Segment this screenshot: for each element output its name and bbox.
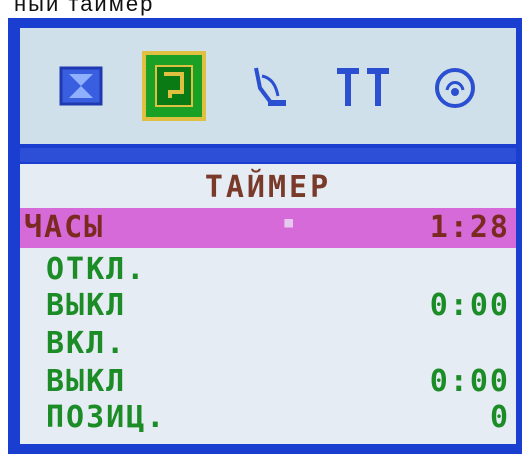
row-label: ВКЛ.: [46, 326, 127, 361]
row-label: ЧАСЫ: [24, 210, 105, 245]
icon-bar: [20, 28, 516, 144]
menu-row-vykl-2[interactable]: ВЫКЛ 0:00: [20, 362, 516, 402]
row-label: ВЫКЛ: [46, 364, 127, 399]
menu-row-vykl-1[interactable]: ВЫКЛ 0:00: [20, 286, 516, 326]
icon-tools-cell[interactable]: [330, 51, 394, 121]
picture-icon: [59, 66, 103, 106]
separator-strip: [20, 148, 516, 162]
tools-icon: [336, 68, 389, 106]
icon-antenna-cell[interactable]: [236, 51, 300, 121]
menu-row-position[interactable]: ПОЗИЦ. 0: [20, 398, 516, 438]
sound-icon: [435, 68, 476, 108]
menu-row-clock[interactable]: ЧАСЫ ▪ 1:28: [20, 208, 516, 248]
row-value: 0: [489, 400, 510, 435]
icon-picture-cell[interactable]: [49, 51, 113, 121]
icon-sound-cell[interactable]: [423, 51, 487, 121]
osd-menu: ТАЙМЕР ЧАСЫ ▪ 1:28 ОТКЛ. ВЫКЛ 0:00 ВКЛ. …: [8, 18, 522, 454]
antenna-icon: [254, 67, 286, 106]
icon-timer-cell[interactable]: [142, 51, 207, 121]
row-label: ОТКЛ.: [46, 252, 147, 287]
row-value: 1:28: [429, 210, 510, 245]
top-strip-text: ный таймер: [14, 0, 155, 16]
timer-icon: [155, 65, 194, 107]
menu-title: ТАЙМЕР: [204, 170, 332, 205]
menu-row-on[interactable]: ВКЛ.: [20, 324, 516, 364]
menu-row-off[interactable]: ОТКЛ.: [20, 250, 516, 290]
row-label: ПОЗИЦ.: [46, 400, 167, 435]
row-value: 0:00: [429, 288, 510, 323]
row-marker: ▪: [282, 210, 298, 235]
row-value: 0:00: [429, 364, 510, 399]
row-label: ВЫКЛ: [46, 288, 127, 323]
timer-panel: ТАЙМЕР ЧАСЫ ▪ 1:28 ОТКЛ. ВЫКЛ 0:00 ВКЛ. …: [20, 164, 516, 444]
top-photo-strip: ный таймер: [0, 0, 522, 18]
